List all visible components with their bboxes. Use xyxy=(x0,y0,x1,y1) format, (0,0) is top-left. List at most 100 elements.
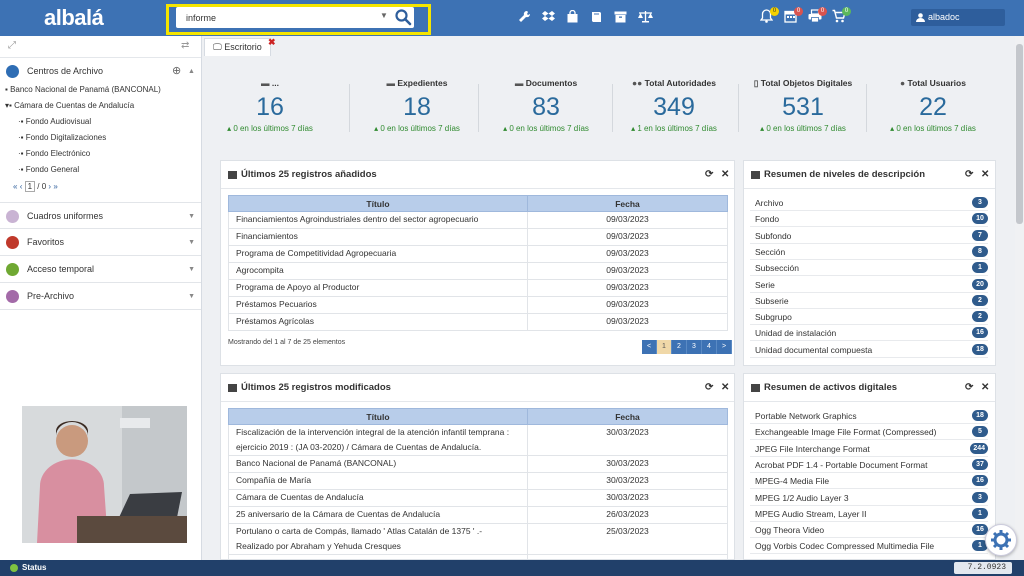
cart-button[interactable]: 0 xyxy=(832,7,852,25)
refresh-icon[interactable]: ⟳ xyxy=(705,374,713,402)
table-row[interactable]: Préstamos Pecuarios 09/03/2023 xyxy=(228,296,728,314)
pager-button[interactable]: < xyxy=(642,340,657,354)
list-item-label: Sección xyxy=(755,246,786,257)
list-item[interactable]: JPEG File Interchange Format 244 xyxy=(750,441,988,457)
balance-scale-icon[interactable] xyxy=(638,10,653,23)
list-item[interactable]: Ogg Theora Video 16 xyxy=(750,522,988,539)
list-item[interactable]: Exchangeable Image File Format (Compress… xyxy=(750,424,988,441)
print-button[interactable]: 0 xyxy=(808,7,828,25)
chevron-up-icon[interactable]: ▲ xyxy=(188,58,195,85)
refresh-icon[interactable]: ⟳ xyxy=(965,161,973,189)
panel-header: Resumen de niveles de descripción ⟳ ✕ xyxy=(744,161,995,189)
list-item-label: Acrobat PDF 1.4 - Portable Document Form… xyxy=(755,459,928,470)
close-icon[interactable]: ✕ xyxy=(981,161,989,189)
archives-section-header[interactable]: Centros de Archivo ⊕ ▲ xyxy=(0,58,201,85)
stat-label: ▬ Documentos xyxy=(514,78,578,88)
list-item[interactable]: Subserie 2 xyxy=(750,293,988,309)
calendar-button[interactable]: 0 xyxy=(784,7,804,25)
book-icon[interactable] xyxy=(590,10,603,23)
table-row[interactable]: 25 aniversario de la Cámara de Cuentas d… xyxy=(228,506,728,524)
col-title[interactable]: Título xyxy=(228,408,528,425)
status-label[interactable]: Status xyxy=(22,563,46,572)
first-page-icon[interactable]: « xyxy=(13,182,17,191)
archive-box-icon[interactable] xyxy=(614,10,627,23)
list-item[interactable]: Sección 8 xyxy=(750,244,988,260)
section-favoritos[interactable]: Favoritos ▼ xyxy=(0,229,201,256)
tree-page-input[interactable]: 1 xyxy=(24,181,36,192)
table-row[interactable]: Préstamos Agrícolas 09/03/2023 xyxy=(228,313,728,331)
list-item[interactable]: Subgrupo 2 xyxy=(750,309,988,326)
wrench-icon[interactable] xyxy=(518,10,531,23)
close-icon[interactable]: ✕ xyxy=(981,374,989,402)
list-item[interactable]: MPEG Audio Stream, Layer II 1 xyxy=(750,506,988,522)
count-badge: 1 xyxy=(972,262,988,274)
tab-close-icon[interactable]: ✖ xyxy=(268,37,276,48)
col-date[interactable]: Fecha xyxy=(527,195,728,212)
pager-button[interactable]: 2 xyxy=(672,340,687,354)
table-row[interactable]: Portulano o carta de Compás, llamado ' A… xyxy=(228,523,728,555)
next-page-icon[interactable]: › xyxy=(48,182,51,191)
zoom-icon[interactable]: ⊕ xyxy=(172,58,181,85)
list-item[interactable]: Subsección 1 xyxy=(750,260,988,277)
section-acceso-temporal[interactable]: Acceso temporal ▼ xyxy=(0,256,201,283)
section-pre-archivo[interactable]: Pre-Archivo ▼ xyxy=(0,283,201,310)
table-row[interactable]: Compañía de María 30/03/2023 xyxy=(228,472,728,490)
tree-node[interactable]: ·▪ Fondo Audiovisual xyxy=(18,117,91,126)
albala-logo[interactable]: albalá xyxy=(44,5,104,31)
list-item[interactable]: Archivo 3 xyxy=(750,195,988,211)
shopping-bag-icon[interactable] xyxy=(566,10,579,23)
list-item[interactable]: Unidad documental compuesta 18 xyxy=(750,342,988,358)
notifications: 0 0 0 0 xyxy=(759,7,852,25)
list-item-label: Exchangeable Image File Format (Compress… xyxy=(755,427,937,438)
scrollbar-thumb[interactable] xyxy=(1016,44,1023,224)
list-item[interactable]: MPEG-4 Media File 16 xyxy=(750,473,988,490)
table-row[interactable]: Banco Nacional de Panamá (BANCONAL) 30/03… xyxy=(228,455,728,473)
user-menu[interactable]: albadoc xyxy=(911,9,1005,26)
tree-node[interactable]: ▾▪ Cámara de Cuentas de Andalucía xyxy=(5,101,134,110)
table-row[interactable]: Programa de Competitividad Agropecuaria 0… xyxy=(228,245,728,263)
settings-button[interactable] xyxy=(985,524,1017,556)
table-row[interactable]: Fiscalización de la intervención integra… xyxy=(228,424,728,456)
table-row[interactable]: Cámara de Cuentas de Andalucía 30/03/2023 xyxy=(228,489,728,507)
search-input[interactable] xyxy=(186,10,366,25)
col-date[interactable]: Fecha xyxy=(527,408,728,425)
table-row[interactable]: Agrocompita 09/03/2023 xyxy=(228,262,728,280)
table-row[interactable]: Financiamientos Agroindustriales dentro … xyxy=(228,211,728,229)
pager-button[interactable]: > xyxy=(717,340,732,354)
col-title[interactable]: Título xyxy=(228,195,528,212)
tree-node[interactable]: ·▪ Fondo General xyxy=(18,165,79,174)
table-row[interactable]: Programa de Apoyo al Productor 09/03/2023 xyxy=(228,279,728,297)
section-cuadros[interactable]: Cuadros uniformes ▼ xyxy=(0,202,201,229)
tree-node[interactable]: ·▪ Fondo Electrónico xyxy=(18,149,90,158)
pager-button[interactable]: 1 xyxy=(657,340,672,354)
tree-node[interactable]: ·▪ Fondo Digitalizaciones xyxy=(18,133,106,142)
list-item[interactable]: Serie 20 xyxy=(750,277,988,293)
close-icon[interactable]: ✕ xyxy=(721,161,729,189)
pager-button[interactable]: 3 xyxy=(687,340,702,354)
list-item[interactable]: MPEG 1/2 Audio Layer 3 3 xyxy=(750,490,988,506)
close-icon[interactable]: ✕ xyxy=(721,374,729,402)
list-item[interactable]: Subfondo 7 xyxy=(750,228,988,244)
prev-page-icon[interactable]: ‹ xyxy=(20,182,23,191)
alerts-button[interactable]: 0 xyxy=(759,7,780,25)
refresh-icon[interactable]: ⟳ xyxy=(705,161,713,189)
list-item[interactable]: Unidad de instalación 16 xyxy=(750,325,988,342)
row-title: Banco Nacional de Panamá (BANCONAL) xyxy=(228,455,528,473)
swap-icon[interactable]: ⇄ xyxy=(181,40,189,51)
list-item[interactable]: Acrobat PDF 1.4 - Portable Document Form… xyxy=(750,457,988,473)
search-dropdown-caret[interactable]: ▼ xyxy=(380,11,388,20)
dropbox-icon[interactable] xyxy=(542,10,555,23)
list-item[interactable]: Fondo 10 xyxy=(750,211,988,228)
version-badge: 7.2.0923 xyxy=(953,562,1012,574)
tree-node[interactable]: ▪ Banco Nacional de Panamá (BANCONAL) xyxy=(5,85,161,94)
list-item[interactable]: Ogg Vorbis Codec Compressed Multimedia F… xyxy=(750,538,988,555)
tab-escritorio[interactable]: 🖵 Escritorio xyxy=(204,38,271,56)
table-row[interactable]: Financiamientos 09/03/2023 xyxy=(228,228,728,246)
list-item[interactable]: Portable Network Graphics 18 xyxy=(750,408,988,424)
search-button[interactable] xyxy=(394,8,412,26)
expand-icon[interactable]: ⤢ xyxy=(8,40,16,51)
last-page-icon[interactable]: » xyxy=(53,182,57,191)
pager-button[interactable]: 4 xyxy=(702,340,717,354)
count-badge: 18 xyxy=(972,410,988,421)
refresh-icon[interactable]: ⟳ xyxy=(965,374,973,402)
